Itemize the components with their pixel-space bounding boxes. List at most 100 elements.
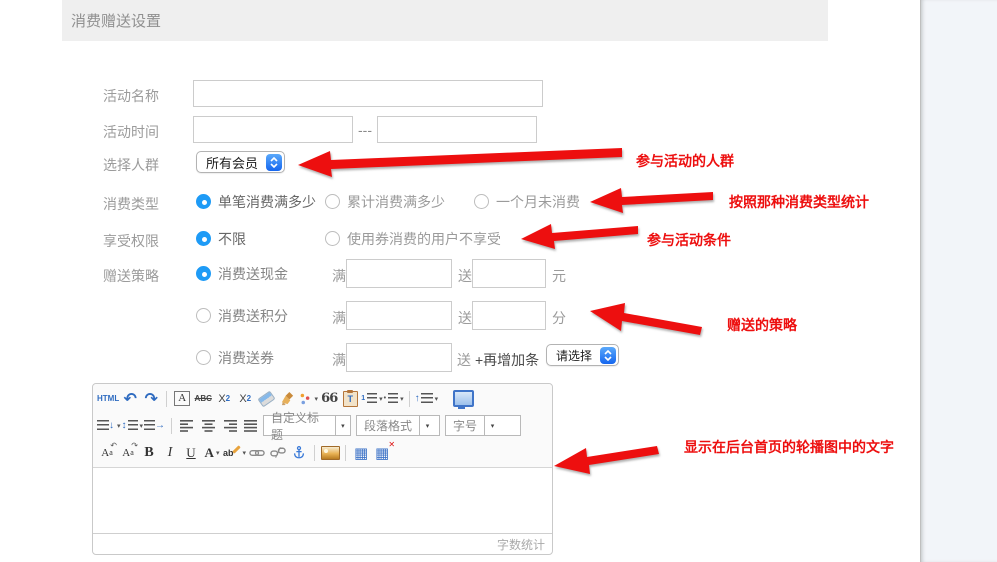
- font-color-icon[interactable]: A▾: [202, 443, 222, 463]
- strategy-label: 赠送策略: [103, 266, 159, 286]
- font-border-icon[interactable]: A: [172, 389, 192, 409]
- radio-selected-icon[interactable]: [196, 266, 211, 281]
- font-size-select[interactable]: 字号 ▾: [445, 415, 521, 436]
- chevron-down-icon[interactable]: ▾: [484, 416, 500, 435]
- paste-as-text-icon[interactable]: T: [340, 389, 360, 409]
- privilege-option-unlimited[interactable]: 不限: [196, 231, 246, 246]
- subscript-icon[interactable]: X2: [235, 389, 255, 409]
- eraser-icon[interactable]: [256, 389, 276, 409]
- activity-time-end-input[interactable]: [377, 116, 537, 143]
- activity-name-label: 活动名称: [103, 86, 159, 106]
- strategy-option-cash[interactable]: 消费送现金: [196, 266, 288, 281]
- radio-icon[interactable]: [325, 231, 340, 246]
- annotation-arrow-privilege: [521, 224, 638, 249]
- radio-icon[interactable]: [196, 350, 211, 365]
- paragraph-format-select[interactable]: 段落格式 ▾: [356, 415, 440, 436]
- audience-select-value: 所有会员: [206, 153, 258, 172]
- toolbar-separator: [166, 391, 167, 407]
- consume-type-label: 消费类型: [103, 194, 159, 214]
- highlight-color-icon[interactable]: ab▾: [223, 443, 246, 463]
- strategy-cash-amount-input[interactable]: [346, 259, 452, 288]
- audience-select[interactable]: 所有会员: [196, 151, 285, 173]
- editor-content-area[interactable]: [93, 468, 552, 534]
- anchor-icon[interactable]: [289, 443, 309, 463]
- time-range-separator: ---: [358, 122, 372, 138]
- chevron-down-icon[interactable]: ▾: [419, 416, 435, 435]
- line-height-icon[interactable]: ↕▾: [122, 416, 144, 436]
- strategy-option-points[interactable]: 消费送积分: [196, 308, 288, 323]
- page-title: 消费赠送设置: [71, 10, 161, 31]
- strategy-points-mid: 送: [458, 308, 472, 328]
- format-brush-icon[interactable]: [277, 389, 297, 409]
- bold-icon[interactable]: B: [139, 443, 159, 463]
- html-source-icon[interactable]: HTML: [97, 389, 119, 409]
- page-title-bar: 消费赠送设置: [62, 0, 828, 41]
- strategy-coupon-prefix: 满: [332, 350, 346, 370]
- select-stepper-icon: [600, 347, 616, 364]
- custom-title-select[interactable]: 自定义标题 ▾: [263, 415, 351, 436]
- activity-name-input[interactable]: [193, 80, 543, 107]
- activity-time-start-input[interactable]: [193, 116, 353, 143]
- annotation-arrow-consume-type: [590, 188, 713, 213]
- activity-time-label: 活动时间: [103, 122, 159, 142]
- insert-image-icon[interactable]: [320, 443, 340, 463]
- superscript-icon[interactable]: X2: [214, 389, 234, 409]
- insert-table-icon[interactable]: ▦: [351, 443, 371, 463]
- underline-icon[interactable]: U: [181, 443, 201, 463]
- strikethrough-icon[interactable]: ABC: [193, 389, 213, 409]
- strategy-coupon-amount-input[interactable]: [346, 343, 452, 372]
- strategy-coupon-mid: 送: [457, 350, 471, 370]
- strategy-coupon-select[interactable]: 请选择: [546, 344, 619, 366]
- radio-icon[interactable]: [196, 308, 211, 323]
- strategy-add-more-label: +再增加条: [475, 350, 539, 370]
- italic-icon[interactable]: I: [160, 443, 180, 463]
- annotation-arrow-strategy: [590, 303, 702, 335]
- top-margin-icon[interactable]: ↑▾: [415, 389, 439, 409]
- unordered-list-icon[interactable]: •▾: [384, 389, 404, 409]
- toolbar-separator: [314, 445, 315, 461]
- editor-toolbar-row-2: ↓▾ ↕▾ →: [97, 412, 548, 439]
- annotation-arrow-audience: [298, 148, 622, 177]
- editor-status-bar: 字数统计: [93, 533, 552, 554]
- justify-icon[interactable]: [240, 416, 260, 436]
- paragraph-spacing-icon[interactable]: ↓▾: [97, 416, 121, 436]
- strategy-coupon-select-value: 请选择: [556, 347, 592, 364]
- auto-typeset-icon[interactable]: ▾: [298, 389, 318, 409]
- consume-type-option-single[interactable]: 单笔消费满多少: [196, 194, 316, 209]
- strategy-cash-gift-input[interactable]: [472, 259, 546, 288]
- radio-icon[interactable]: [474, 194, 489, 209]
- to-uppercase-icon[interactable]: Aa↶: [97, 443, 117, 463]
- strategy-points-amount-input[interactable]: [346, 301, 452, 330]
- consume-type-option-total[interactable]: 累计消费满多少: [325, 194, 445, 209]
- align-left-icon[interactable]: [177, 416, 197, 436]
- radio-selected-icon[interactable]: [196, 231, 211, 246]
- annotation-consume-type: 按照那种消费类型统计: [729, 192, 869, 212]
- privilege-option-coupon-excluded[interactable]: 使用券消费的用户不享受: [325, 231, 501, 246]
- strategy-points-unit: 分: [552, 308, 566, 328]
- align-center-icon[interactable]: [198, 416, 218, 436]
- undo-icon[interactable]: ↶: [120, 389, 140, 409]
- privilege-label: 享受权限: [103, 231, 159, 251]
- strategy-points-gift-input[interactable]: [472, 301, 546, 330]
- to-lowercase-icon[interactable]: Aa↷: [118, 443, 138, 463]
- unlink-icon[interactable]: [268, 443, 288, 463]
- link-icon[interactable]: [247, 443, 267, 463]
- strategy-option-coupon[interactable]: 消费送券: [196, 350, 274, 365]
- radio-icon[interactable]: [325, 194, 340, 209]
- select-stepper-icon: [266, 154, 282, 171]
- fullscreen-monitor-icon[interactable]: [453, 389, 474, 409]
- align-right-icon[interactable]: [219, 416, 239, 436]
- strategy-cash-mid: 送: [458, 266, 472, 286]
- toolbar-separator: [345, 445, 346, 461]
- blockquote-icon[interactable]: 66: [319, 389, 339, 409]
- consume-type-option-inactive[interactable]: 一个月未消费: [474, 194, 580, 209]
- radio-selected-icon[interactable]: [196, 194, 211, 209]
- chevron-down-icon[interactable]: ▾: [335, 416, 350, 435]
- ordered-list-icon[interactable]: 1▾: [361, 389, 382, 409]
- redo-icon[interactable]: ↷: [141, 389, 161, 409]
- indent-icon[interactable]: →: [144, 416, 166, 436]
- editor-toolbar: HTML ↶ ↷ A ABC X2 X2 ▾ 66 T 1▾: [93, 384, 552, 468]
- delete-table-icon[interactable]: ▦✕: [372, 443, 392, 463]
- toolbar-separator: [171, 418, 172, 434]
- audience-label: 选择人群: [103, 155, 159, 175]
